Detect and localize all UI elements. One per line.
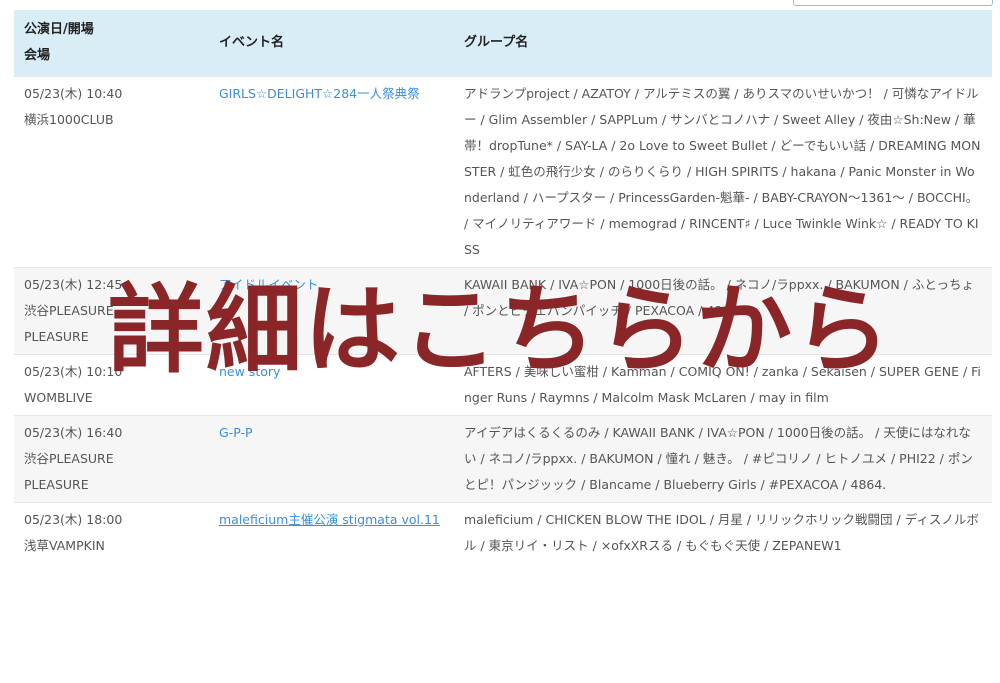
header-event-name: イベント名 (209, 10, 454, 77)
table-row: 05/23(木) 18:00 浅草VAMPKIN maleficium主催公演 … (14, 502, 992, 563)
groups-list: アイデアはくるくるのみ / KAWAII BANK / IVA☆PON / 10… (464, 425, 973, 492)
event-venue: 渋谷PLEASURE (24, 451, 114, 466)
table-row: 05/23(木) 10:40 横浜1000CLUB GIRLS☆DELIGHT☆… (14, 76, 992, 268)
event-venue: 浅草VAMPKIN (24, 538, 105, 553)
event-link[interactable]: GIRLS☆DELIGHT☆284一人祭典祭 (219, 81, 444, 107)
groups-cell: アドランプproject / AZATOY / アルテミスの翼 / ありスマのい… (454, 76, 992, 268)
event-link[interactable]: G-P-P (219, 420, 444, 446)
table-header: 公演日/開場 会場 イベント名 グループ名 (14, 10, 992, 77)
event-name-cell: G-P-P (209, 415, 454, 503)
event-date: 05/23(木) 18:00 (24, 512, 123, 527)
date-venue-cell: 05/23(木) 16:40 渋谷PLEASURE PLEASURE (14, 415, 209, 503)
event-date: 05/23(木) 16:40 (24, 425, 123, 440)
groups-list: アドランプproject / AZATOY / アルテミスの翼 / ありスマのい… (464, 86, 981, 257)
search-input[interactable] (793, 0, 993, 6)
event-link[interactable]: maleficium主催公演 stigmata vol.11 (219, 507, 444, 533)
header-date-venue: 公演日/開場 会場 (14, 10, 209, 77)
event-date: 05/23(木) 10:40 (24, 86, 123, 101)
page: 公演日/開場 会場 イベント名 グループ名 05/23(木) 10:40 横浜1… (0, 0, 1000, 683)
header-date-label: 公演日/開場 (24, 22, 94, 37)
groups-cell: maleficium / CHICKEN BLOW THE IDOL / 月星 … (454, 502, 992, 563)
header-group-name: グループ名 (454, 10, 992, 77)
event-name-cell: GIRLS☆DELIGHT☆284一人祭典祭 (209, 76, 454, 268)
header-venue-label: 会場 (24, 48, 51, 63)
date-venue-cell: 05/23(木) 18:00 浅草VAMPKIN (14, 502, 209, 563)
date-venue-cell: 05/23(木) 10:40 横浜1000CLUB (14, 76, 209, 268)
groups-list: maleficium / CHICKEN BLOW THE IDOL / 月星 … (464, 512, 979, 553)
details-overlay-link[interactable]: 詳細はこちらから (0, 270, 1000, 390)
groups-cell: アイデアはくるくるのみ / KAWAII BANK / IVA☆PON / 10… (454, 415, 992, 503)
header-row: 公演日/開場 会場 イベント名 グループ名 (14, 10, 992, 77)
event-venue-line2: PLEASURE (24, 477, 89, 492)
table-row: 05/23(木) 16:40 渋谷PLEASURE PLEASURE G-P-P… (14, 415, 992, 503)
event-venue: 横浜1000CLUB (24, 112, 114, 127)
event-name-cell: maleficium主催公演 stigmata vol.11 (209, 502, 454, 563)
